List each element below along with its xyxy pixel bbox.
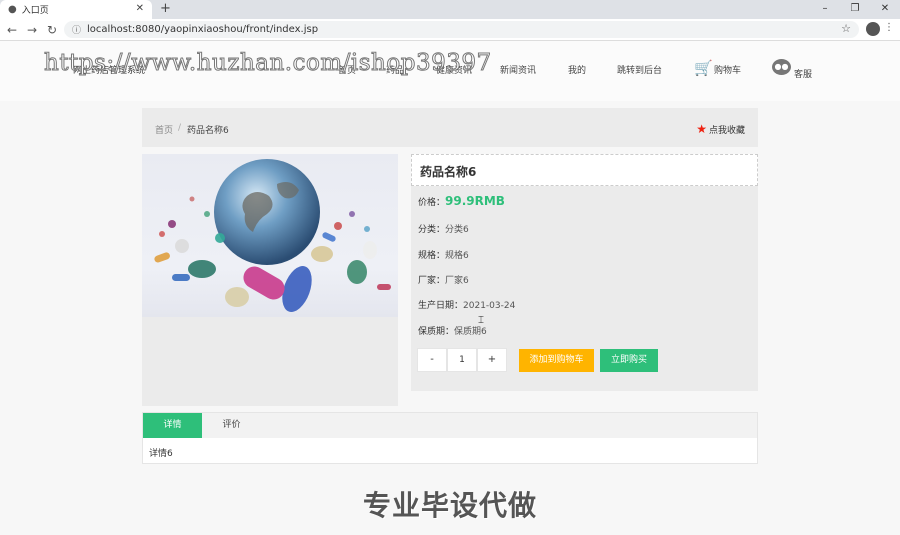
- qty-input[interactable]: 1: [447, 348, 477, 372]
- manufacturer-row: 厂家：厂家6: [418, 273, 469, 286]
- favorite-button[interactable]: ★ 点我收藏: [696, 122, 745, 136]
- favorite-label: 点我收藏: [708, 125, 745, 136]
- url-input[interactable]: ⓘ localhost:8080/yaopinxiaoshou/front/in…: [64, 21, 859, 38]
- window-controls: – ❐ ✕: [810, 0, 900, 17]
- product-image-box: [142, 154, 398, 406]
- tab-header: 详情 评价: [143, 413, 757, 438]
- footer-watermark: 专业毕设代做: [362, 489, 537, 522]
- price-value: 99.9RMB: [445, 194, 505, 208]
- price-row: 价格：99.9RMB: [418, 194, 505, 208]
- back-icon[interactable]: ←: [2, 23, 22, 37]
- nav-news[interactable]: 新闻资讯: [500, 63, 536, 76]
- tab-detail[interactable]: 详情: [143, 413, 202, 438]
- minimize-button[interactable]: –: [810, 0, 840, 17]
- detail-tabs: 详情 评价 详情6: [142, 412, 758, 464]
- breadcrumb-separator: /: [178, 123, 182, 133]
- url-text: localhost:8080/yaopinxiaoshou/front/inde…: [87, 24, 319, 35]
- qty-minus-button[interactable]: -: [417, 348, 447, 372]
- account-avatar[interactable]: [866, 22, 880, 36]
- shelf-life-row: 保质期：保质期6: [418, 324, 487, 337]
- field-label: 生产日期：: [418, 301, 464, 311]
- url-watermark: https://www.huzhan.com/ishop39397: [44, 50, 492, 77]
- field-value: 分类6: [445, 225, 469, 235]
- buy-now-button[interactable]: 立即购买: [600, 349, 658, 372]
- product-image: [142, 154, 398, 317]
- globe-icon: ●: [8, 4, 17, 15]
- mouse-cursor-icon: ⌶: [478, 315, 484, 326]
- field-label: 厂家：: [418, 276, 446, 286]
- breadcrumb: 首页 / 药品名称6 ★ 点我收藏: [142, 108, 758, 147]
- browser-tabbar: ● 入口页 ✕ + – ❐ ✕: [0, 0, 900, 19]
- site-header: 网上药店管理系统 首页 药品 健康资讯 新闻资讯 我的 跳转到后台 购物车 客服…: [0, 41, 900, 101]
- breadcrumb-current: 药品名称6: [187, 126, 229, 136]
- field-value: 规格6: [445, 251, 469, 261]
- reload-icon[interactable]: ↻: [42, 23, 62, 37]
- category-row: 分类：分类6: [418, 222, 469, 235]
- new-tab-button[interactable]: +: [160, 1, 171, 16]
- forward-icon[interactable]: →: [22, 23, 42, 37]
- bookmark-star-icon[interactable]: ☆: [841, 22, 851, 35]
- production-date-row: 生产日期：2021-03-24: [418, 298, 515, 311]
- field-value: 厂家6: [445, 276, 469, 286]
- price-label: 价格：: [418, 198, 446, 208]
- tab-review[interactable]: 评价: [202, 413, 261, 438]
- wechat-icon[interactable]: ●●: [772, 59, 791, 75]
- product-info-panel: 药品名称6 价格：99.9RMB 分类：分类6 规格：规格6 厂家：厂家6 生产…: [411, 154, 758, 391]
- field-value: 2021-03-24: [463, 301, 516, 311]
- qty-plus-button[interactable]: +: [477, 348, 507, 372]
- close-tab-icon[interactable]: ✕: [136, 3, 144, 14]
- nav-cart[interactable]: 购物车: [714, 63, 741, 76]
- field-label: 保质期：: [418, 327, 455, 337]
- maximize-button[interactable]: ❐: [840, 0, 870, 17]
- field-value: 保质期6: [454, 327, 487, 337]
- nav-admin[interactable]: 跳转到后台: [617, 63, 662, 76]
- info-icon[interactable]: ⓘ: [72, 23, 81, 36]
- breadcrumb-home[interactable]: 首页: [155, 123, 173, 136]
- browser-tab[interactable]: ● 入口页 ✕: [0, 0, 152, 19]
- add-to-cart-button[interactable]: 添加到购物车: [519, 349, 594, 372]
- product-title: 药品名称6: [411, 154, 758, 186]
- browser-menu-icon[interactable]: ⋮: [884, 22, 894, 33]
- browser-tab-title: 入口页: [21, 6, 49, 16]
- close-window-button[interactable]: ✕: [870, 0, 900, 17]
- field-label: 分类：: [418, 225, 446, 235]
- address-bar-row: ← → ↻ ⓘ localhost:8080/yaopinxiaoshou/fr…: [0, 19, 900, 41]
- nav-service[interactable]: 客服: [794, 67, 812, 80]
- field-label: 规格：: [418, 251, 446, 261]
- star-icon: ★: [696, 122, 707, 136]
- quantity-stepper: - 1 +: [417, 348, 507, 372]
- nav-mine[interactable]: 我的: [568, 63, 586, 76]
- cart-icon[interactable]: 🛒: [694, 59, 713, 77]
- tab-content: 详情6: [149, 449, 173, 459]
- spec-row: 规格：规格6: [418, 248, 469, 261]
